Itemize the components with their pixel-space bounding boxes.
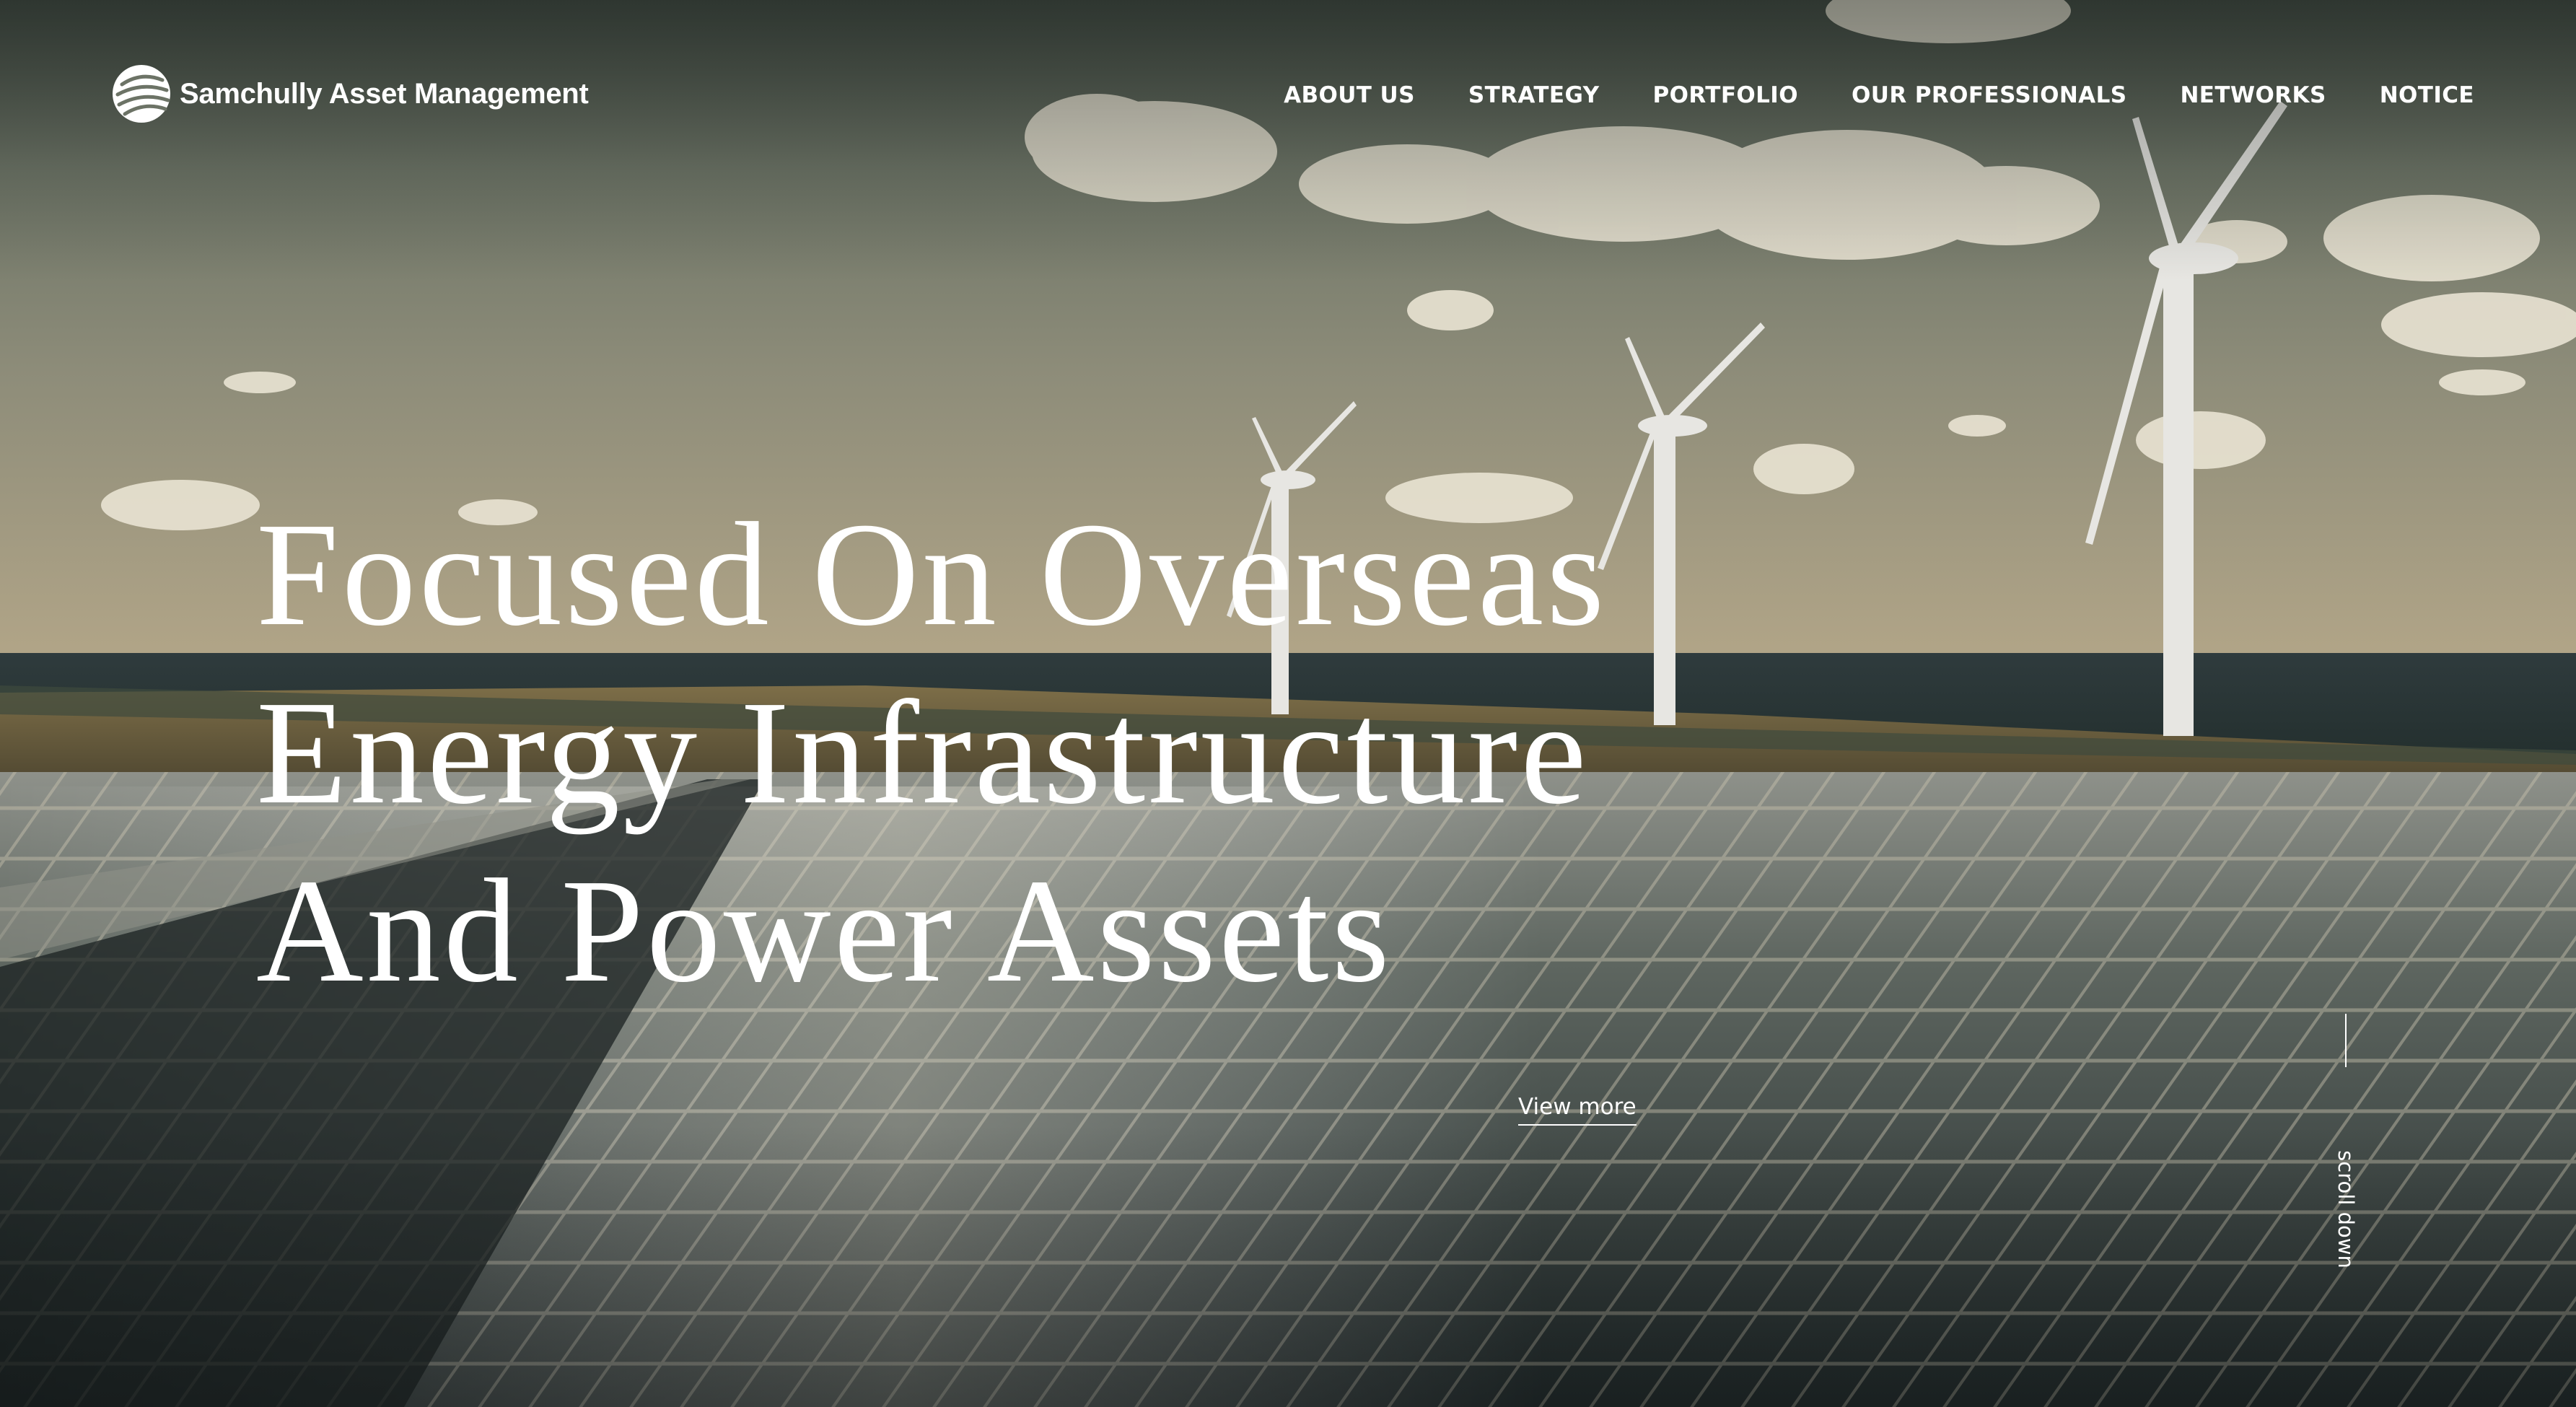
brand-name: Samchully Asset Management xyxy=(180,77,589,110)
view-more-link[interactable]: View more xyxy=(1518,1094,1637,1126)
brand-logo[interactable]: Samchully Asset Management xyxy=(112,63,589,124)
nav-item-strategy[interactable]: STRATEGY xyxy=(1468,82,1600,108)
nav-item-notice[interactable]: NOTICE xyxy=(2380,82,2474,108)
headline-line: Energy Infrastructure xyxy=(256,670,1590,835)
headline-line: And Power Assets xyxy=(256,848,1393,1013)
headline-line: Focused On Overseas xyxy=(256,491,1608,657)
hero-headline: Focused On Overseas Energy Infrastructur… xyxy=(256,485,1607,1020)
globe-stripes-icon xyxy=(113,65,170,123)
nav-item-networks[interactable]: NETWORKS xyxy=(2180,82,2326,108)
nav-item-portfolio[interactable]: PORTFOLIO xyxy=(1653,82,1798,108)
scroll-indicator-line xyxy=(2345,1014,2347,1067)
nav-item-our-professionals[interactable]: OUR PROFESSIONALS xyxy=(1852,82,2126,108)
scroll-down-label[interactable]: scroll down xyxy=(2334,1150,2358,1268)
main-navigation: ABOUT US STRATEGY PORTFOLIO OUR PROFESSI… xyxy=(1284,78,2474,113)
nav-item-about-us[interactable]: ABOUT US xyxy=(1284,82,1415,108)
hero-section: Samchully Asset Management ABOUT US STRA… xyxy=(0,0,2576,1407)
